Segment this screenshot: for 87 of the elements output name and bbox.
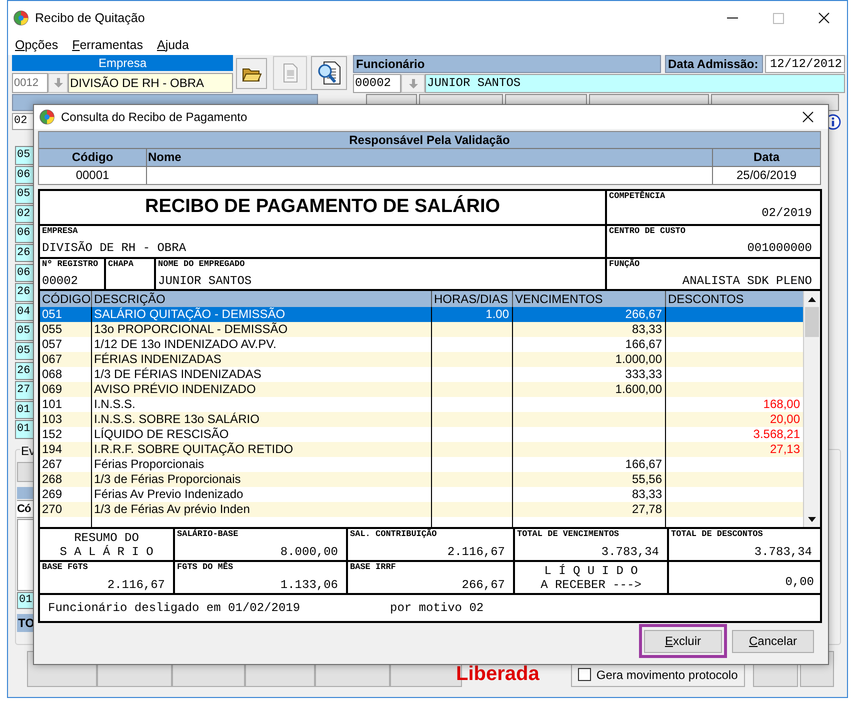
down-arrow-icon	[808, 516, 816, 522]
checkbox-label: Gera movimento protocolo	[596, 666, 738, 684]
menu-item[interactable]: Ajuda	[156, 36, 189, 54]
checkbox[interactable]	[578, 668, 592, 682]
dropdown-button[interactable]	[48, 73, 68, 93]
section-header: Funcionário	[353, 55, 661, 73]
field-label: TOTAL DE VENCIMENTOS	[516, 529, 620, 540]
search-button[interactable]	[311, 56, 347, 90]
table-row[interactable]: 067 FÉRIAS INDENIZADAS 1.000,00	[40, 352, 803, 367]
field-label: SAL. CONTRIBUIÇÃO	[349, 529, 438, 540]
field-label: BASE IRRF	[349, 562, 397, 573]
window-title: Recibo de Quitação	[35, 10, 145, 27]
table-row[interactable]: 194 I.R.R.F. SOBRE QUITAÇÃO RETIDO 27,13	[40, 442, 803, 457]
field-label: CHAPA	[107, 259, 135, 270]
employee-field[interactable]: JUNIOR SANTOS	[425, 74, 845, 93]
field-label: TOTAL DE DESCONTOS	[670, 529, 764, 540]
receipt-title: RECIBO DE PAGAMENTO DE SALÁRIO	[144, 194, 500, 220]
table-title: Responsável Pela Validação	[39, 132, 820, 149]
close-icon	[818, 12, 830, 24]
field-label: COMPETÊNCIA	[608, 191, 666, 202]
field-label: FUNÇÃO	[608, 259, 641, 270]
open-button[interactable]	[236, 58, 267, 89]
table-row[interactable]: 268 1/3 de Férias Proporcionais 55,56	[40, 472, 803, 487]
up-arrow-icon	[808, 296, 816, 302]
maximize-icon	[772, 12, 784, 24]
field-value: 2.116,67	[106, 577, 166, 593]
table-cell-text: 27,13	[768, 442, 801, 457]
column-header: Código	[39, 149, 147, 166]
status-text: Liberada	[456, 662, 540, 686]
menu-item[interactable]: Opções	[15, 36, 58, 54]
scrollbar-thumb[interactable]	[805, 307, 819, 337]
field-value: 3.783,34	[600, 544, 660, 560]
minimize-icon	[726, 17, 738, 19]
table-row[interactable]: 069 AVISO PRÉVIO INDENIZADO 1.600,00	[40, 382, 803, 397]
column-header: Nome	[147, 149, 713, 166]
dropdown-button[interactable]	[401, 74, 425, 93]
field-value: 1.133,06	[279, 577, 339, 593]
table-cell: 00001	[39, 167, 147, 184]
menu-item[interactable]: Ferramentas	[72, 36, 143, 54]
field-value: JUNIOR SANTOS	[157, 273, 253, 289]
search-document-icon	[316, 60, 342, 86]
field-label: FGTS DO MÊS	[176, 562, 234, 573]
close-icon	[802, 111, 814, 123]
net-label: L Í Q U I D O	[544, 564, 638, 578]
field-value: 0,00	[784, 574, 815, 590]
table-row[interactable]: 101 I.N.S.S. 168,00	[40, 397, 803, 412]
field-value: 8.000,00	[279, 544, 339, 560]
code-field[interactable]: 00002	[353, 74, 401, 93]
field-value: 3.783,34	[753, 544, 813, 560]
section-header: Empresa	[12, 55, 233, 71]
summary-title: S A L Á R I O	[60, 544, 154, 558]
field-label: SALÁRIO-BASE	[176, 529, 240, 540]
column-header: Data	[713, 149, 820, 166]
folder-icon	[242, 66, 262, 82]
field-label: BASE FGTS	[41, 562, 89, 573]
date-field[interactable]: 12/12/2012	[765, 55, 845, 73]
note-text: por motivo 02	[390, 600, 484, 617]
down-arrow-icon	[54, 78, 62, 88]
table-row[interactable]: 270 1/3 de Férias Av prévio Inden 27,78	[40, 502, 803, 517]
field-value: 2.116,67	[446, 544, 506, 560]
dialog-button[interactable]: Cancelar	[732, 630, 814, 652]
table-cell-text: 20,00	[768, 412, 801, 427]
net-label: A RECEBER --->	[540, 578, 642, 592]
down-arrow-icon	[408, 78, 418, 88]
field-value: ANALISTA SDK PLENO	[681, 273, 813, 289]
company-field[interactable]: DIVISÃO DE RH - OBRA	[68, 73, 233, 93]
field-value: 001000000	[746, 240, 813, 256]
dialog-title: Consulta do Recibo de Pagamento	[61, 109, 248, 126]
field-value: 266,67	[460, 577, 506, 593]
table-row[interactable]: 103 I.N.S.S. SOBRE 13o SALÁRIO 20,00	[40, 412, 803, 427]
summary-title: RESUMO DO	[74, 530, 139, 544]
scrollbar[interactable]	[803, 291, 820, 527]
document-icon	[281, 63, 299, 83]
table-row[interactable]: 055 13o PROPORCIONAL - DEMISSÃO 83,33	[40, 322, 803, 337]
table-row[interactable]: 051 SALÁRIO QUITAÇÃO - DEMISSÃO 1.00 266,67	[40, 307, 803, 322]
column-header: DESCONTOS	[667, 291, 745, 307]
field-label: CENTRO DE CUSTO	[608, 226, 687, 237]
app-icon	[13, 10, 29, 26]
field-label: Data Admissão:	[665, 55, 763, 73]
field-label: NOME DO EMPREGADO	[157, 259, 246, 270]
app-icon	[39, 109, 55, 125]
table-cell-text: 25/06/2019	[735, 167, 798, 184]
dialog-button[interactable]: Excluir	[644, 630, 722, 652]
table-cell-text: 168,00	[762, 397, 801, 412]
code-field[interactable]: 0012	[12, 73, 48, 93]
table-cell-text: 3.568,21	[752, 427, 801, 442]
field-value: 02/2019	[760, 205, 813, 221]
